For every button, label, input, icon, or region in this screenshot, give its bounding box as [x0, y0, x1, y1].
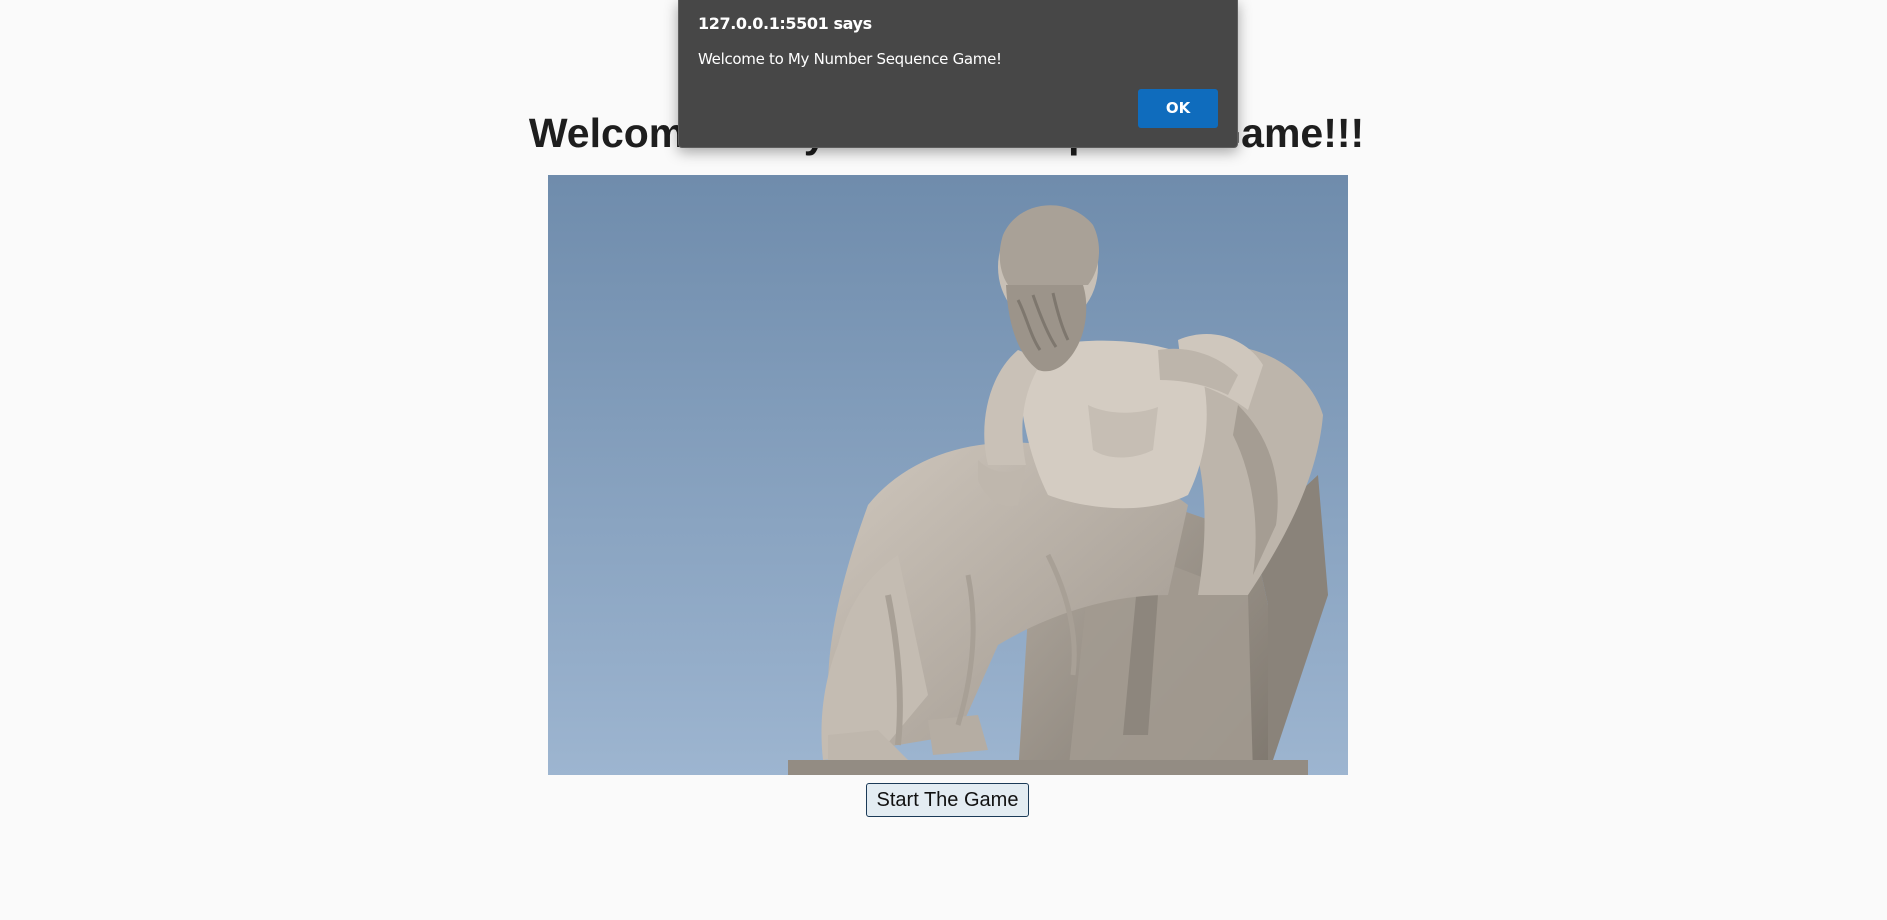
ok-button[interactable]: OK — [1138, 89, 1218, 128]
page: Welcome to My Number Sequence Game!!! — [0, 0, 1887, 920]
dialog-message: Welcome to My Number Sequence Game! — [698, 50, 1002, 68]
start-game-button[interactable]: Start The Game — [866, 783, 1029, 817]
alert-dialog: 127.0.0.1:5501 says Welcome to My Number… — [678, 0, 1238, 148]
dialog-origin: 127.0.0.1:5501 says — [698, 14, 872, 33]
socrates-statue-image — [548, 175, 1348, 775]
